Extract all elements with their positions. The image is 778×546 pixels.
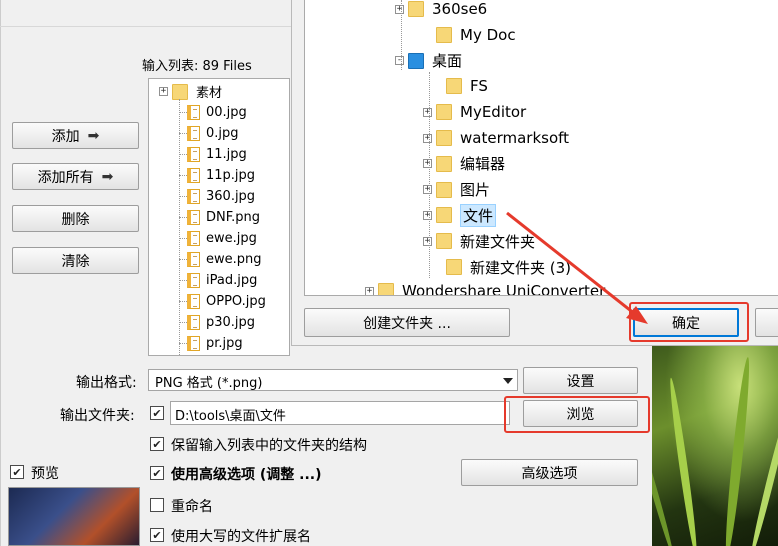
background-photo (652, 346, 778, 546)
